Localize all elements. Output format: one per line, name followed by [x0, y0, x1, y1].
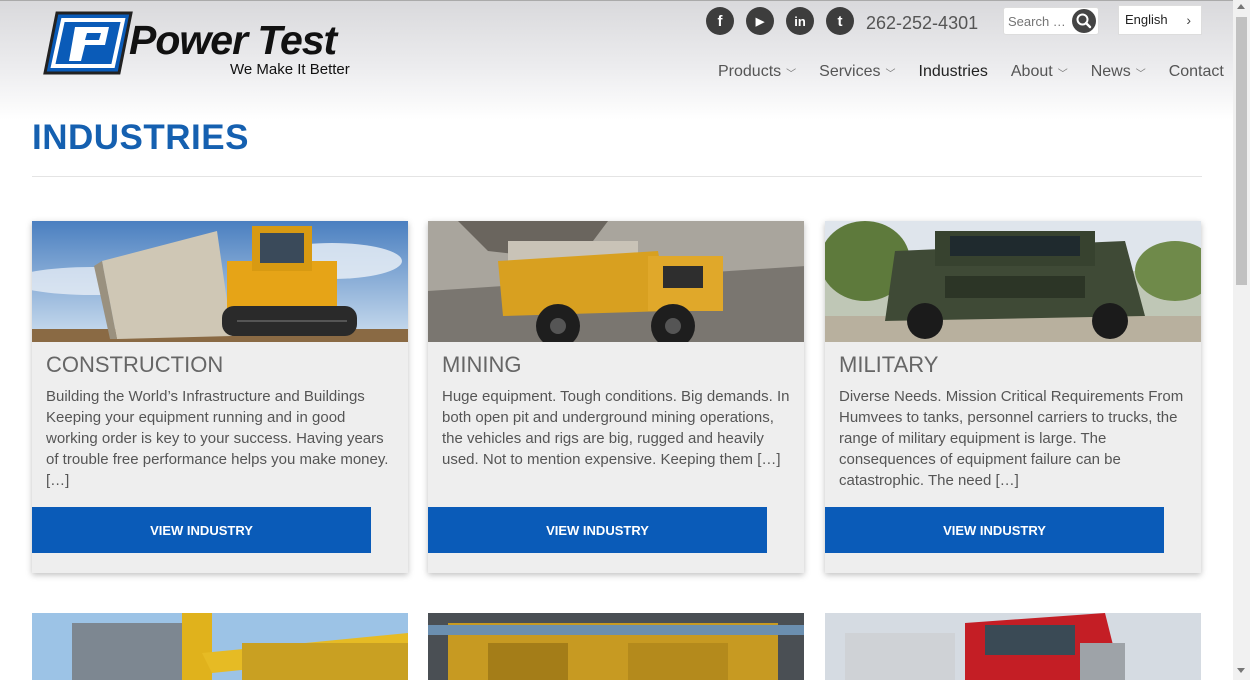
construction-image[interactable] — [32, 221, 408, 342]
chevron-down-icon: ﹀ — [885, 68, 896, 80]
search-button[interactable] — [1072, 9, 1096, 33]
card-description: Diverse Needs. Mission Critical Requirem… — [839, 388, 1184, 489]
humvee-photo — [825, 221, 1201, 342]
oil-rig-photo — [32, 613, 408, 680]
chevron-down-icon: ﹀ — [1057, 68, 1068, 80]
view-industry-button[interactable]: VIEW INDUSTRY — [32, 507, 371, 553]
logo-tagline: We Make It Better — [230, 61, 350, 78]
nav-item-products[interactable]: Products ﹀ — [718, 63, 796, 81]
main-nav: Products ﹀ Services ﹀ Industries About ﹀… — [718, 63, 1233, 81]
search-box — [1003, 7, 1099, 35]
nav-item-about[interactable]: About ﹀ — [1011, 63, 1068, 81]
chevron-down-icon: ﹀ — [786, 68, 797, 80]
view-industry-button[interactable]: VIEW INDUSTRY — [428, 507, 767, 553]
nav-item-label: Contact — [1168, 63, 1224, 80]
phone-number[interactable]: 262-252-4301 — [866, 13, 978, 34]
card-description: Huge equipment. Tough conditions. Big de… — [442, 388, 790, 468]
chevron-right-icon: › — [1186, 12, 1191, 28]
page: Power Test We Make It Better f ▶ in t 26… — [0, 0, 1233, 680]
site-header: Power Test We Make It Better f ▶ in t 26… — [0, 0, 1233, 120]
military-image[interactable] — [825, 221, 1201, 342]
scrollbar[interactable] — [1233, 0, 1250, 680]
chevron-down-icon: ﹀ — [1135, 68, 1146, 80]
nav-item-label: Services — [819, 63, 881, 80]
industry-card-military: MILITARY Diverse Needs. Mission Critical… — [825, 221, 1201, 573]
bulldozer-photo — [32, 221, 408, 342]
language-selector[interactable]: English › — [1118, 5, 1202, 35]
search-icon — [1076, 13, 1092, 29]
mining-image[interactable] — [428, 221, 804, 342]
facebook-icon[interactable]: f — [706, 7, 734, 35]
industry-card-mining: MINING Huge equipment. Tough conditions.… — [428, 221, 804, 573]
industry-card-transportation[interactable] — [825, 613, 1201, 680]
logo-wordmark: Power Test — [129, 17, 337, 63]
dump-truck-photo — [428, 221, 804, 342]
card-title: MILITARY — [839, 352, 939, 377]
nav-item-label: About — [1010, 63, 1053, 80]
card-description: Building the World’s Infrastructure and … — [46, 388, 389, 489]
page-title: INDUSTRIES — [32, 118, 249, 157]
industry-card-construction: CONSTRUCTION Building the World’s Infras… — [32, 221, 408, 573]
twitter-icon[interactable]: t — [826, 7, 854, 35]
youtube-icon[interactable]: ▶ — [746, 7, 774, 35]
logo[interactable]: Power Test We Make It Better — [43, 11, 373, 81]
industry-card-oil-gas[interactable] — [32, 613, 408, 680]
linkedin-icon[interactable]: in — [786, 7, 814, 35]
social-links: f ▶ in t — [706, 7, 854, 35]
nav-item-news[interactable]: News ﹀ — [1091, 63, 1146, 81]
divider — [32, 176, 1202, 177]
scroll-down-arrow-icon[interactable] — [1237, 668, 1245, 673]
scroll-up-arrow-icon[interactable] — [1237, 4, 1245, 9]
industry-card-power-generation[interactable] — [428, 613, 804, 680]
nav-item-contact[interactable]: Contact — [1169, 63, 1224, 81]
search-input[interactable] — [1004, 8, 1068, 34]
nav-item-label: Industries — [918, 63, 988, 80]
nav-item-industries[interactable]: Industries — [919, 63, 988, 81]
nav-item-services[interactable]: Services ﹀ — [819, 63, 895, 81]
card-title: MINING — [442, 352, 522, 377]
truck-photo — [825, 613, 1201, 680]
generator-photo — [428, 613, 804, 680]
view-industry-button[interactable]: VIEW INDUSTRY — [825, 507, 1164, 553]
card-title: CONSTRUCTION — [46, 352, 224, 377]
scrollbar-thumb[interactable] — [1236, 17, 1247, 285]
language-label: English — [1125, 12, 1168, 27]
nav-item-label: News — [1090, 63, 1131, 80]
logo-mark-icon — [43, 11, 133, 75]
nav-item-label: Products — [718, 63, 782, 80]
